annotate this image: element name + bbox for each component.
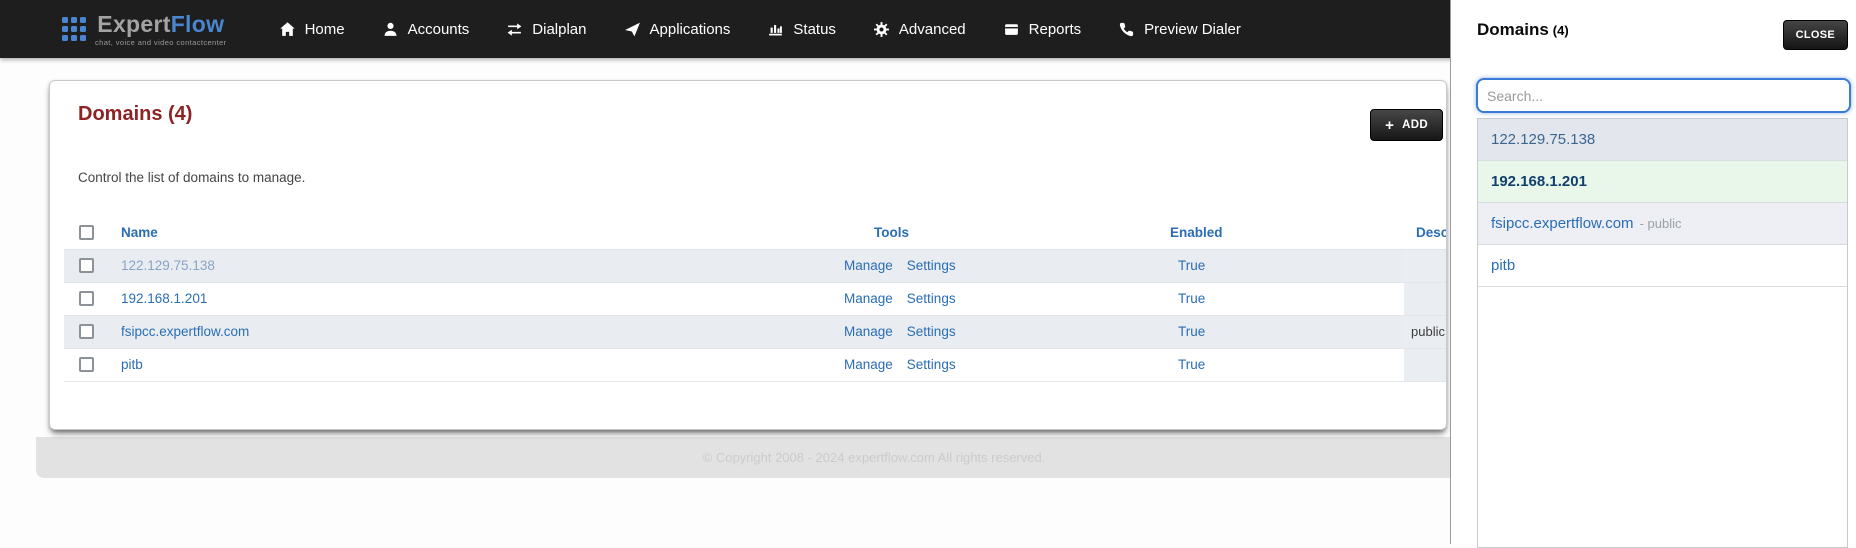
domains-table: Name Tools Enabled Description 122.129.7… xyxy=(64,216,1446,382)
domain-list-item[interactable]: fsipcc.expertflow.com - public xyxy=(1478,203,1847,245)
domain-name-link[interactable]: fsipcc.expertflow.com xyxy=(121,324,249,339)
manage-link[interactable]: Manage xyxy=(844,291,893,306)
domain-name-link[interactable]: 192.168.1.201 xyxy=(121,291,207,306)
nav-item-preview-dialer[interactable]: Preview Dialer xyxy=(1118,21,1241,38)
manage-link[interactable]: Manage xyxy=(844,324,893,339)
domain-name-link[interactable]: 122.129.75.138 xyxy=(121,258,215,273)
manage-link[interactable]: Manage xyxy=(844,357,893,372)
table-header-row: Name Tools Enabled Description xyxy=(64,216,1446,250)
bar-chart-icon xyxy=(769,24,783,35)
nav-item-accounts[interactable]: Accounts xyxy=(382,21,469,38)
select-all-checkbox[interactable] xyxy=(79,225,94,241)
column-header-tools: Tools xyxy=(843,216,1166,250)
row-checkbox[interactable] xyxy=(79,324,94,340)
settings-link[interactable]: Settings xyxy=(907,291,956,306)
domain-switcher-panel: Domains(4) CLOSE 122.129.75.138 192.168.… xyxy=(1450,0,1856,548)
close-button[interactable]: CLOSE xyxy=(1782,20,1848,50)
settings-link[interactable]: Settings xyxy=(907,258,956,273)
book-icon xyxy=(1004,23,1018,35)
user-icon xyxy=(384,22,397,36)
domain-name-link[interactable]: pitb xyxy=(121,357,143,372)
nav-item-advanced[interactable]: Advanced xyxy=(873,21,966,38)
copyright-text: © Copyright 2008 - 2024 expertflow.com A… xyxy=(702,450,1046,465)
brand-name: ExpertFlow xyxy=(97,10,225,37)
row-checkbox[interactable] xyxy=(79,258,94,274)
column-header-name[interactable]: Name xyxy=(121,225,158,240)
domain-list: 122.129.75.138 192.168.1.201 fsipcc.expe… xyxy=(1477,118,1848,548)
row-checkbox[interactable] xyxy=(79,357,94,373)
nav-item-reports[interactable]: Reports xyxy=(1003,21,1081,38)
domains-table-wrap: Name Tools Enabled Description 122.129.7… xyxy=(64,216,1446,382)
nav-item-home[interactable]: Home xyxy=(279,21,345,38)
row-checkbox[interactable] xyxy=(79,291,94,307)
add-button[interactable]: + ADD xyxy=(1370,109,1443,141)
plus-icon: + xyxy=(1385,116,1395,134)
page-subtitle: Control the list of domains to manage. xyxy=(78,170,306,185)
table-row: 122.129.75.138 Manage Settings True xyxy=(64,249,1446,282)
expertflow-logo[interactable]: ExpertFlow chat, voice and video contact… xyxy=(62,12,227,47)
manage-link[interactable]: Manage xyxy=(844,258,893,273)
table-row: fsipcc.expertflow.com Manage Settings Tru… xyxy=(64,315,1446,348)
paper-plane-icon xyxy=(624,22,640,36)
enabled-value: True xyxy=(1178,324,1206,339)
column-header-enabled: Enabled xyxy=(1166,216,1404,250)
domain-list-item-selected[interactable]: 192.168.1.201 xyxy=(1478,161,1847,203)
table-row: 192.168.1.201 Manage Settings True xyxy=(64,282,1446,315)
home-icon xyxy=(279,21,295,36)
enabled-value: True xyxy=(1178,357,1206,372)
column-header-description: Description xyxy=(1404,216,1446,250)
domain-list-item[interactable]: 122.129.75.138 xyxy=(1478,119,1847,161)
domains-card: Domains (4) + ADD Control the list of do… xyxy=(49,80,1447,430)
description-value xyxy=(1404,249,1446,282)
settings-link[interactable]: Settings xyxy=(907,357,956,372)
description-value xyxy=(1404,282,1446,315)
nav-item-dialplan[interactable]: Dialplan xyxy=(506,21,587,38)
page-title: Domains (4) xyxy=(78,103,193,125)
description-value xyxy=(1404,348,1446,381)
description-value: public xyxy=(1404,315,1446,348)
logo-grid-icon xyxy=(62,17,86,41)
nav-item-applications[interactable]: Applications xyxy=(624,21,730,38)
nav-menu: Home Accounts Dialplan Applications Stat… xyxy=(279,21,1241,38)
table-row: pitb Manage Settings True xyxy=(64,348,1446,381)
domain-search-input[interactable] xyxy=(1476,78,1851,113)
panel-title: Domains (4) xyxy=(1477,20,1569,39)
brand-tagline: chat, voice and video contactcenter xyxy=(95,37,227,47)
gear-icon xyxy=(873,21,889,37)
phone-icon xyxy=(1120,22,1134,36)
enabled-value: True xyxy=(1178,258,1206,273)
transfer-arrows-icon xyxy=(507,22,522,36)
domain-list-item[interactable]: pitb xyxy=(1478,245,1847,287)
enabled-value: True xyxy=(1178,291,1206,306)
nav-item-status[interactable]: Status xyxy=(767,21,836,38)
panel-count: (4) xyxy=(1552,23,1569,38)
settings-link[interactable]: Settings xyxy=(907,324,956,339)
